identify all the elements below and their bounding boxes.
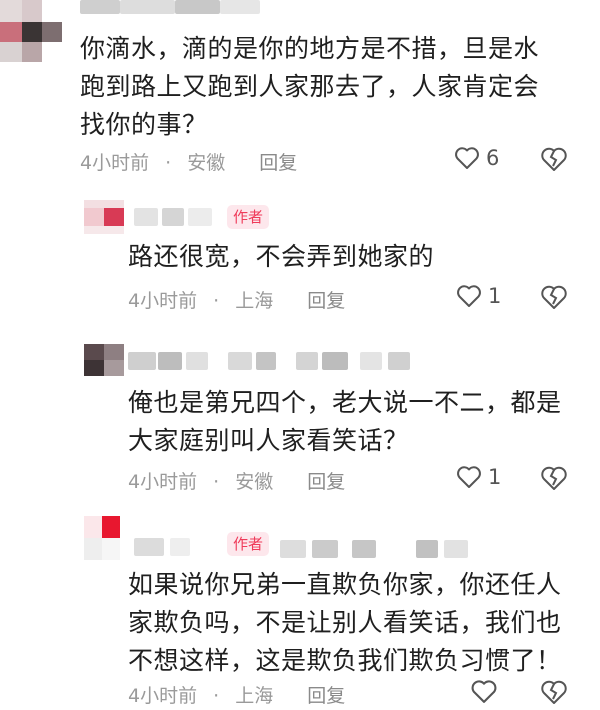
location: 安徽 <box>235 471 274 493</box>
timestamp: 4小时前 <box>128 685 198 707</box>
author-badge: 作者 <box>227 205 270 229</box>
broken-heart-icon[interactable] <box>540 679 568 705</box>
like-count: 6 <box>486 146 500 170</box>
author-badge: 作者 <box>227 532 270 556</box>
broken-heart-icon[interactable] <box>540 465 568 491</box>
comment-meta: 4小时前 · 安徽 回复 <box>128 467 345 494</box>
timestamp: 4小时前 <box>80 152 150 174</box>
comment-line: 家欺负吗，不是让别人看笑话，我们也 <box>128 608 562 637</box>
reply-button[interactable]: 回复 <box>307 681 345 708</box>
like-count: 1 <box>488 284 502 308</box>
separator: · <box>213 471 220 493</box>
like-button[interactable] <box>470 679 504 704</box>
comment-line: 俺也是第兄四个，老大说一不二，都是 <box>128 388 562 417</box>
broken-heart-icon[interactable] <box>540 146 568 172</box>
timestamp: 4小时前 <box>128 290 198 312</box>
separator: · <box>213 685 220 707</box>
comment-text: 路还很宽，不会弄到她家的 <box>128 238 578 276</box>
comment-text: 如果说你兄弟一直欺负你家，你还任人 家欺负吗，不是让别人看笑话，我们也 不想这样… <box>128 566 588 680</box>
location: 上海 <box>235 290 274 312</box>
avatar[interactable] <box>84 200 124 234</box>
comment-meta: 4小时前 · 上海 回复 <box>128 286 345 313</box>
comment-line: 跑到路上又跑到人家那去了，人家肯定会 <box>80 72 540 101</box>
reply-button[interactable]: 回复 <box>259 148 297 175</box>
comment-text: 你滴水，滴的是你的地方是不措，旦是水 跑到路上又跑到人家那去了，人家肯定会 找你… <box>80 30 580 144</box>
comment-line: 你滴水，滴的是你的地方是不措，旦是水 <box>80 34 540 63</box>
comment-line: 找你的事？ <box>80 110 208 139</box>
separator: · <box>213 290 220 312</box>
comment-line: 不想这样，这是欺负我们欺负习惯了！ <box>128 646 562 675</box>
location: 上海 <box>235 685 274 707</box>
broken-heart-icon[interactable] <box>540 284 568 310</box>
reply-button[interactable]: 回复 <box>307 286 345 313</box>
comment-line: 如果说你兄弟一直欺负你家，你还任人 <box>128 570 562 599</box>
avatar[interactable] <box>84 344 124 376</box>
timestamp: 4小时前 <box>128 471 198 493</box>
heart-icon <box>456 465 482 489</box>
avatar[interactable] <box>0 0 64 62</box>
heart-icon <box>470 679 498 704</box>
comment-line: 路还很宽，不会弄到她家的 <box>128 242 435 271</box>
like-button[interactable]: 6 <box>454 146 499 170</box>
location: 安徽 <box>187 152 226 174</box>
heart-icon <box>456 284 482 308</box>
avatar[interactable] <box>84 516 120 560</box>
like-count: 1 <box>488 465 502 489</box>
comment-text: 俺也是第兄四个，老大说一不二，都是 大家庭别叫人家看笑话？ <box>128 384 588 460</box>
reply-button[interactable]: 回复 <box>307 467 345 494</box>
like-button[interactable]: 1 <box>456 284 501 308</box>
comment-line: 大家庭别叫人家看笑话？ <box>128 426 409 455</box>
comment-meta: 4小时前 · 安徽 回复 <box>80 148 297 175</box>
separator: · <box>165 152 172 174</box>
comment-meta: 4小时前 · 上海 回复 <box>128 681 345 708</box>
like-button[interactable]: 1 <box>456 465 501 489</box>
heart-icon <box>454 146 480 170</box>
